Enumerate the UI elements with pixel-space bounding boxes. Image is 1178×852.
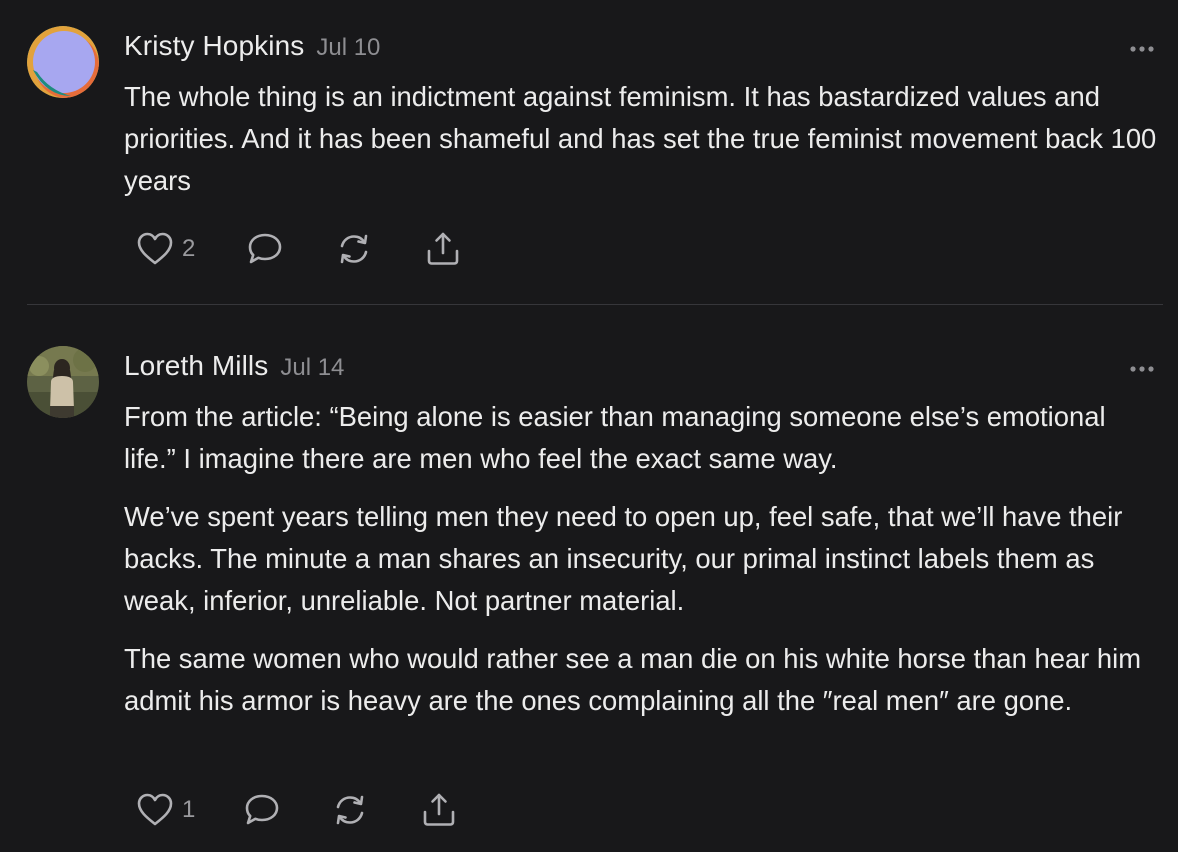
restack-button[interactable] [331, 790, 369, 830]
comment-paragraph: The same women who would rather see a ma… [124, 643, 1142, 716]
like-button[interactable]: 2 [136, 229, 195, 269]
comment-actions: 2 [136, 229, 476, 269]
reply-button[interactable] [243, 790, 281, 830]
comment-paragraph: From the article: “Being alone is easier… [124, 401, 1106, 474]
author-name[interactable]: Kristy Hopkins [124, 30, 304, 61]
comment-meta: Kristy Hopkins Jul 10 [124, 30, 380, 62]
share-button[interactable] [424, 229, 462, 269]
avatar[interactable] [27, 346, 99, 418]
ellipsis-icon[interactable] [1128, 361, 1158, 372]
share-upload-icon [427, 232, 459, 265]
comment-paragraph: We’ve spent years telling men they need … [124, 501, 1123, 616]
heart-icon [137, 793, 173, 826]
comment-divider [27, 304, 1163, 305]
photo-avatar-icon [27, 346, 99, 418]
comment-date[interactable]: Jul 14 [280, 354, 344, 381]
abstract-shapes-avatar-icon [27, 26, 99, 98]
restack-arrows-icon [336, 795, 364, 825]
speech-bubble-icon [248, 233, 282, 264]
like-button[interactable]: 1 [136, 790, 195, 830]
reply-button[interactable] [246, 229, 284, 269]
restack-arrows-icon [340, 234, 368, 264]
speech-bubble-icon [245, 794, 279, 825]
author-name[interactable]: Loreth Mills [124, 350, 268, 381]
comment-date[interactable]: Jul 10 [316, 34, 380, 61]
comment-body: From the article: “Being alone is easier… [124, 396, 1164, 738]
share-upload-icon [423, 793, 455, 826]
comment-actions: 1 [136, 790, 476, 830]
heart-icon [137, 232, 173, 265]
avatar[interactable] [27, 26, 99, 98]
comment-meta: Loreth Mills Jul 14 [124, 350, 344, 382]
ellipsis-icon[interactable] [1128, 41, 1158, 52]
share-button[interactable] [420, 790, 458, 830]
comment-paragraph: The whole thing is an indictment against… [124, 81, 1157, 196]
like-count: 2 [182, 235, 196, 262]
comment-body: The whole thing is an indictment against… [124, 76, 1164, 218]
like-count: 1 [182, 796, 196, 823]
restack-button[interactable] [335, 229, 373, 269]
